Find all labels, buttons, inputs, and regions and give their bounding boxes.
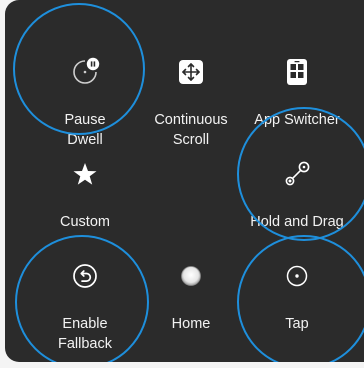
home-label: Home bbox=[171, 316, 211, 332]
pause-dwell-icon bbox=[67, 54, 103, 90]
hold-and-drag-button[interactable]: Hold and Drag bbox=[241, 130, 353, 246]
hold-and-drag-label: Hold and Drag bbox=[250, 214, 344, 230]
pause-dwell-button[interactable]: Pause Dwell bbox=[29, 28, 141, 148]
app-switcher-button[interactable]: App Switcher bbox=[241, 28, 353, 144]
undo-circle-icon bbox=[67, 258, 103, 294]
tap-button[interactable]: Tap bbox=[241, 232, 353, 348]
enable-fallback-button[interactable]: Enable Fallback bbox=[29, 232, 141, 352]
assistive-menu-panel: Pause Dwell Continuous Scroll App Switch… bbox=[5, 0, 364, 362]
custom-button[interactable]: Custom bbox=[29, 130, 141, 246]
custom-label: Custom bbox=[60, 214, 110, 230]
drag-icon bbox=[279, 156, 315, 192]
tap-label: Tap bbox=[285, 316, 309, 332]
home-button[interactable]: Home bbox=[135, 232, 247, 348]
continuous-scroll-label: Continuous Scroll bbox=[154, 112, 228, 148]
continuous-scroll-button[interactable]: Continuous Scroll bbox=[135, 28, 247, 148]
app-switcher-icon bbox=[279, 54, 315, 90]
enable-fallback-label: Enable Fallback bbox=[58, 316, 112, 352]
star-icon bbox=[67, 156, 103, 192]
scroll-arrows-icon bbox=[173, 54, 209, 90]
tap-icon bbox=[279, 258, 315, 294]
app-switcher-label: App Switcher bbox=[254, 112, 340, 128]
home-button-icon bbox=[173, 258, 209, 294]
